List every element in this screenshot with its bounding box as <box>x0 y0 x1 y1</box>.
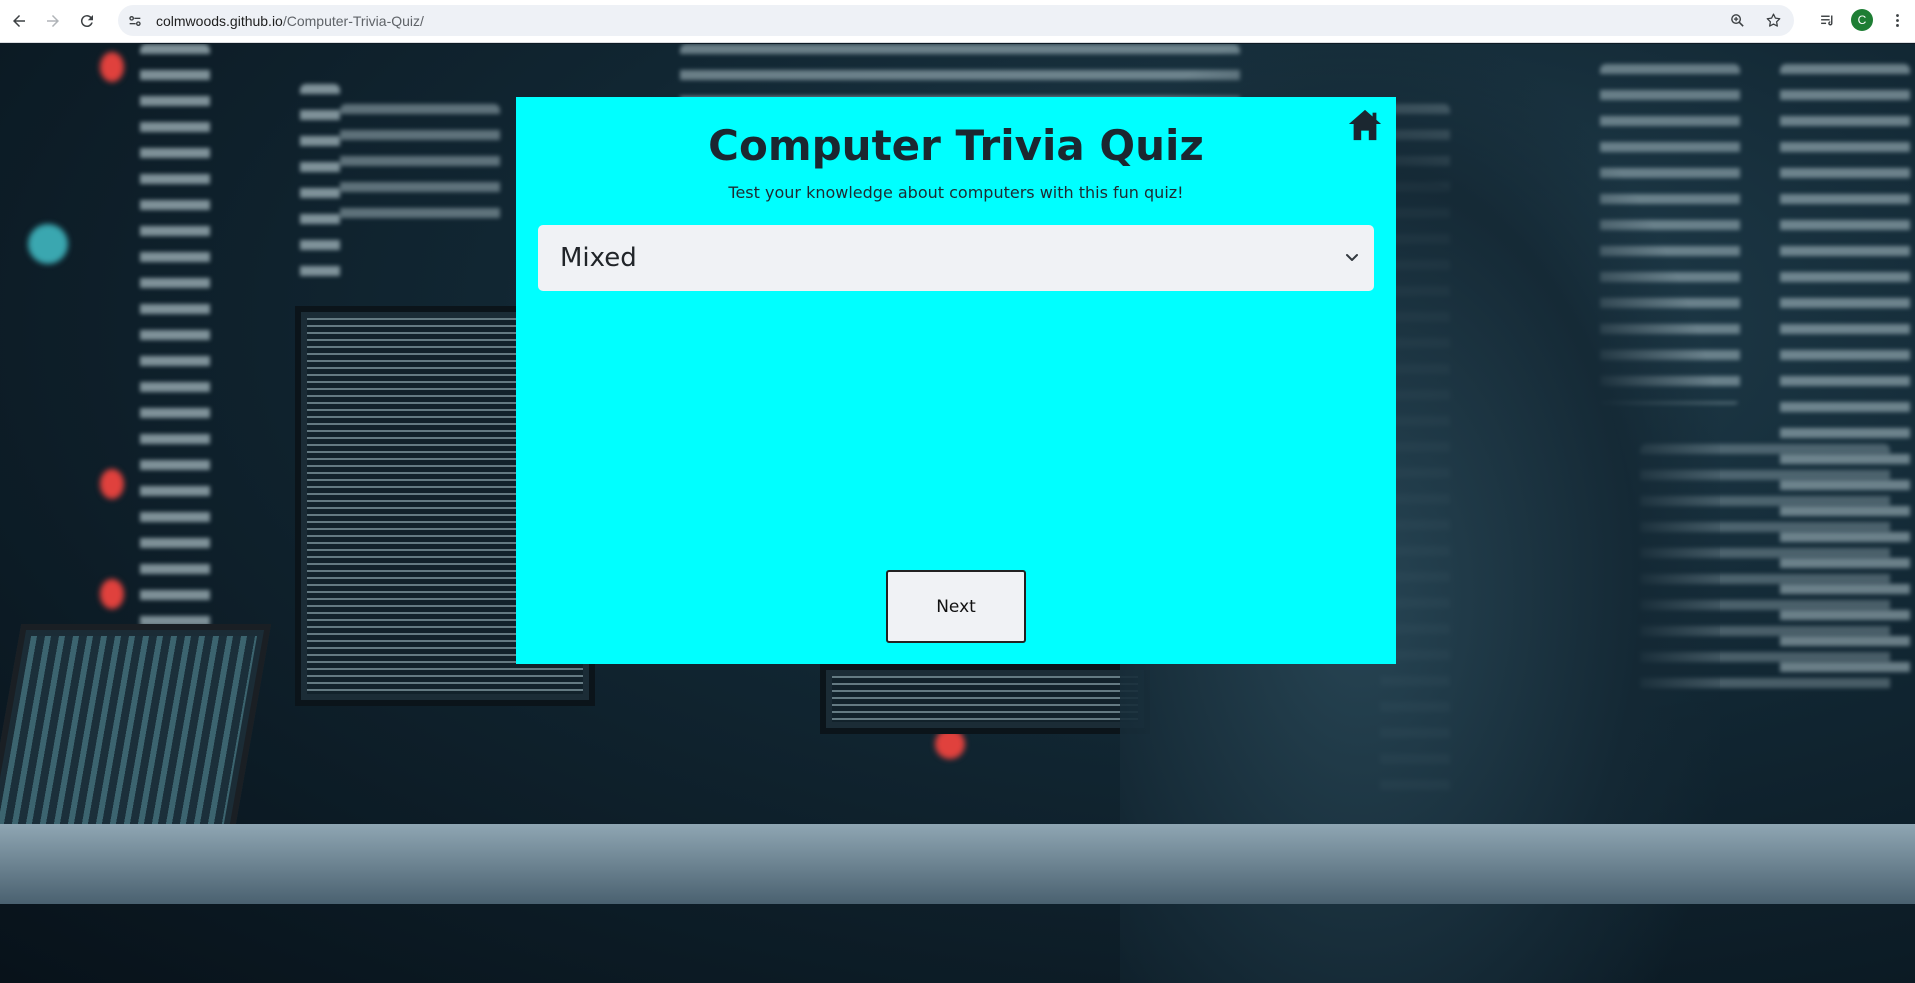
reading-list-icon[interactable] <box>1815 8 1839 32</box>
url-text[interactable]: colmwoods.github.io/Computer-Trivia-Quiz… <box>156 13 424 29</box>
bookmark-star-icon[interactable] <box>1762 9 1784 31</box>
category-select[interactable]: Mixed <box>538 225 1374 291</box>
back-icon[interactable] <box>4 6 34 36</box>
site-settings-icon[interactable] <box>122 8 148 34</box>
url-path: /Computer-Trivia-Quiz/ <box>282 12 424 29</box>
menu-kebab-icon[interactable] <box>1885 8 1909 32</box>
url-host: colmwoods.github.io <box>156 12 283 29</box>
address-bar[interactable]: colmwoods.github.io/Computer-Trivia-Quiz… <box>118 5 1794 36</box>
category-select-value: Mixed <box>560 243 637 273</box>
browser-toolbar: colmwoods.github.io/Computer-Trivia-Quiz… <box>0 0 1915 43</box>
quiz-card: Computer Trivia Quiz Test your knowledge… <box>516 97 1396 664</box>
chevron-down-icon <box>1344 249 1360 265</box>
reload-icon[interactable] <box>72 6 102 36</box>
page-title: Computer Trivia Quiz <box>708 121 1204 170</box>
next-button[interactable]: Next <box>886 570 1026 643</box>
page-subtitle: Test your knowledge about computers with… <box>728 183 1184 202</box>
zoom-icon[interactable] <box>1726 9 1748 31</box>
profile-avatar[interactable]: C <box>1851 9 1873 31</box>
forward-icon[interactable] <box>38 6 68 36</box>
page-viewport: Computer Trivia Quiz Test your knowledge… <box>0 44 1915 983</box>
